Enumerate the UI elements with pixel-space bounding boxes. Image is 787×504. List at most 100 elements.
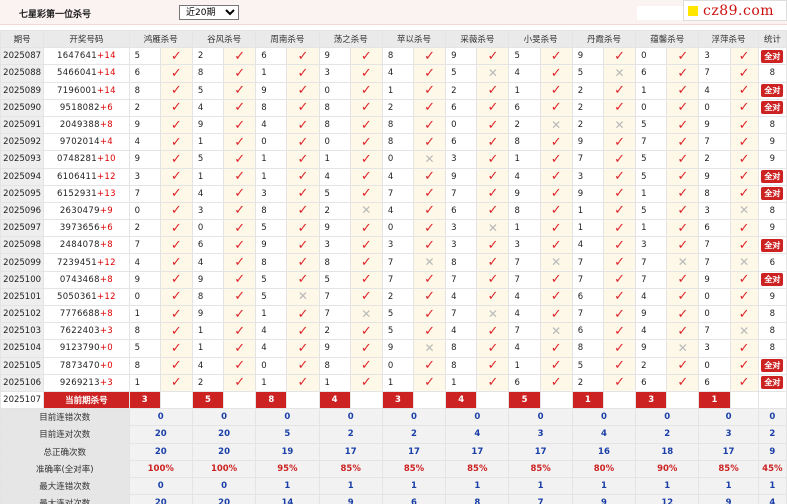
- check-icon: ✓: [297, 220, 309, 236]
- table-row: 2025094 6106411+12 3 ✓ 1 ✓ 1 ✓ 4 ✓ 4 ✓ 9 ✓ 4 ✓ 3 ✓ 5 ✓ 9 ✓ 全对: [0, 167, 787, 186]
- check-icon: ✓: [487, 117, 499, 133]
- result-mark: ✓: [159, 167, 193, 186]
- stats-value: 0: [318, 408, 383, 427]
- correct-count: 8: [769, 309, 776, 320]
- kill-number: 5: [445, 64, 478, 83]
- result-mark: ✓: [476, 287, 510, 307]
- result-mark: ✓: [223, 304, 257, 324]
- draw-cell: 2630479+9: [43, 201, 130, 221]
- table-row: 2025105 7873470+0 8 ✓ 4 ✓ 0 ✓ 8 ✓ 0 ✓ 8 ✓ 1 ✓ 5 ✓ 2 ✓ 0 ✓ 全对: [0, 356, 787, 375]
- stats-value: 0: [255, 408, 320, 427]
- kill-number: 8: [381, 115, 415, 135]
- kill-number: 6: [508, 373, 541, 392]
- current-blank: [286, 390, 320, 410]
- kill-number: 6: [445, 133, 478, 152]
- result-mark: ✓: [539, 373, 573, 392]
- result-mark: ✓: [666, 287, 700, 307]
- kill-number: 8: [255, 98, 288, 117]
- kill-number: 3: [508, 236, 541, 255]
- kill-number: 9: [255, 81, 288, 100]
- draw-plus: +14: [96, 51, 116, 62]
- result-mark: ✓: [602, 133, 637, 152]
- kill-number: 3: [571, 167, 604, 186]
- kill-number: 9: [318, 219, 351, 238]
- result-mark: ✓: [729, 219, 759, 238]
- stats-value: 4: [445, 425, 510, 444]
- stats-value: 0: [381, 408, 447, 427]
- draw-number: 9518082: [59, 102, 100, 113]
- check-icon: ✓: [424, 117, 436, 133]
- blank-box: [637, 6, 683, 20]
- result-mark: ✓: [602, 184, 637, 203]
- check-icon: ✓: [360, 48, 372, 64]
- cross-icon: ✕: [424, 255, 435, 270]
- stats-value: 20: [191, 442, 257, 461]
- col-expert-header: 小旻杀号: [508, 29, 573, 49]
- stats-label: 最大连错次数: [0, 476, 130, 496]
- kill-number: 4: [191, 253, 225, 272]
- result-mark: ✓: [602, 201, 637, 221]
- kill-number: 1: [635, 219, 668, 238]
- kill-number: 0: [381, 219, 415, 238]
- kill-number: 2: [318, 322, 351, 341]
- result-mark: ✓: [349, 150, 383, 169]
- kill-number: 3: [445, 219, 478, 238]
- issue-cell: 2025091: [0, 115, 45, 135]
- check-icon: ✓: [550, 272, 562, 288]
- result-mark: ✓: [476, 98, 510, 117]
- draw-cell: 1647641+14: [43, 47, 130, 66]
- current-label: 当前期杀号: [43, 390, 130, 410]
- check-icon: ✓: [614, 186, 625, 202]
- kill-number: 7: [698, 253, 731, 272]
- check-icon: ✓: [550, 186, 562, 202]
- kill-number: 6: [445, 98, 478, 117]
- kill-number: 1: [445, 373, 478, 392]
- kill-number: 8: [445, 356, 478, 375]
- kill-number: 1: [571, 219, 604, 238]
- kill-number: 2: [191, 373, 225, 392]
- check-icon: ✓: [360, 289, 372, 305]
- check-icon: ✓: [297, 272, 309, 288]
- period-select[interactable]: 近20期: [179, 5, 239, 20]
- current-blank: [602, 390, 637, 410]
- check-icon: ✓: [170, 289, 182, 305]
- kill-number: 4: [318, 167, 351, 186]
- kill-number: 9: [571, 184, 604, 203]
- stats-value: 8: [445, 494, 510, 504]
- result-mark: ✓: [412, 167, 447, 186]
- result-mark: ✕: [349, 304, 383, 324]
- kill-number: 7: [508, 253, 541, 272]
- stats-value: 2: [635, 425, 700, 444]
- stats-total: 2: [757, 425, 787, 444]
- result-mark: ✓: [286, 64, 320, 83]
- stat-cell: 9: [757, 150, 787, 169]
- stats-value: 100%: [191, 459, 257, 478]
- result-mark: ✓: [666, 270, 700, 289]
- check-icon: ✓: [297, 151, 309, 167]
- kill-number: 7: [571, 253, 604, 272]
- draw-plus: +10: [96, 154, 116, 165]
- draw-cell: 3973656+6: [43, 219, 130, 238]
- check-icon: ✓: [614, 134, 625, 150]
- check-icon: ✓: [170, 237, 182, 253]
- kill-number: 8: [191, 64, 225, 83]
- site-logo[interactable]: cz89.com: [683, 0, 787, 21]
- kill-number: 7: [445, 184, 478, 203]
- check-icon: ✓: [738, 186, 750, 202]
- result-mark: ✕: [729, 253, 759, 272]
- result-mark: ✓: [602, 339, 637, 358]
- result-mark: ✓: [539, 150, 573, 169]
- result-mark: ✓: [286, 304, 320, 324]
- check-icon: ✓: [614, 48, 625, 64]
- result-mark: ✓: [539, 339, 573, 358]
- correct-count: 8: [769, 68, 776, 79]
- check-icon: ✓: [234, 272, 246, 288]
- draw-cell: 0743468+8: [43, 270, 130, 289]
- kill-number: 7: [698, 64, 731, 83]
- current-blank: [159, 390, 193, 410]
- check-icon: ✓: [297, 340, 309, 356]
- draw-number: 9269213: [59, 377, 100, 388]
- draw-plus: +8: [99, 309, 113, 320]
- cross-icon: ✕: [551, 117, 562, 132]
- check-icon: ✓: [738, 358, 750, 374]
